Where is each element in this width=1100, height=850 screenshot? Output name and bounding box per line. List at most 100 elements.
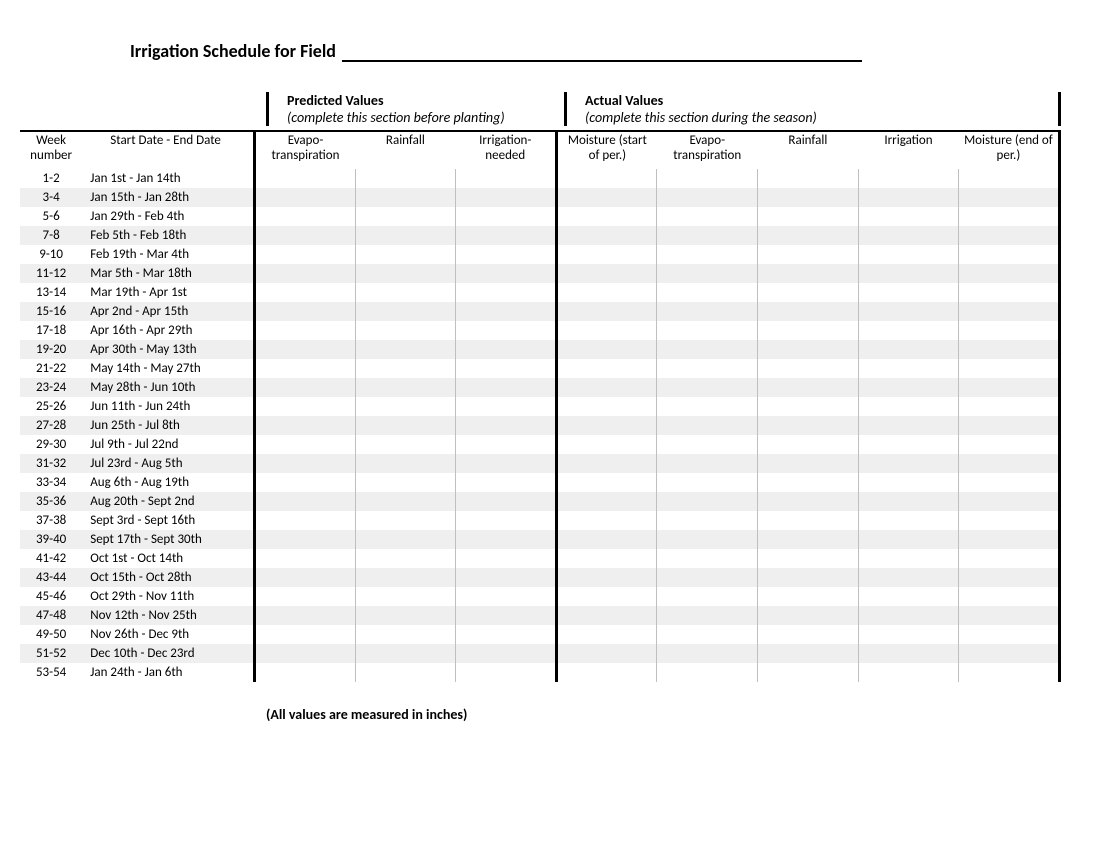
cell-pred-irr xyxy=(456,169,557,188)
cell-act-rain xyxy=(758,416,859,435)
cell-pred-irr xyxy=(456,397,557,416)
cell-act-evapo xyxy=(657,226,758,245)
cell-act-evapo xyxy=(657,549,758,568)
cell-act-irr xyxy=(858,454,959,473)
cell-date-range: Oct 15th - Oct 28th xyxy=(82,568,254,587)
cell-pred-evapo xyxy=(254,587,355,606)
cell-act-evapo xyxy=(657,321,758,340)
cell-act-moist-start xyxy=(556,625,657,644)
cell-act-moist-end xyxy=(959,340,1060,359)
cell-act-rain xyxy=(758,188,859,207)
table-row: 25-26Jun 11th - Jun 24th xyxy=(20,397,1060,416)
cell-act-moist-start xyxy=(556,321,657,340)
cell-pred-irr xyxy=(456,188,557,207)
cell-act-irr xyxy=(858,321,959,340)
cell-pred-rain xyxy=(355,473,456,492)
col-pred-evapo: Evapo-transpiration xyxy=(254,131,355,169)
cell-date-range: Jul 9th - Jul 22nd xyxy=(82,435,254,454)
cell-pred-evapo xyxy=(254,549,355,568)
cell-act-irr xyxy=(858,378,959,397)
cell-act-rain xyxy=(758,625,859,644)
cell-date-range: May 28th - Jun 10th xyxy=(82,378,254,397)
cell-date-range: May 14th - May 27th xyxy=(82,359,254,378)
cell-act-irr xyxy=(858,359,959,378)
cell-act-moist-start xyxy=(556,492,657,511)
table-row: 51-52Dec 10th - Dec 23rd xyxy=(20,644,1060,663)
cell-week: 41-42 xyxy=(20,549,82,568)
col-pred-evapo-label: Evapo-transpiration xyxy=(272,133,340,163)
cell-act-moist-end xyxy=(959,492,1060,511)
cell-week: 43-44 xyxy=(20,568,82,587)
cell-act-evapo xyxy=(657,454,758,473)
predicted-subtitle: (complete this section before planting) xyxy=(287,109,564,126)
cell-act-evapo xyxy=(657,606,758,625)
cell-pred-rain xyxy=(355,492,456,511)
table-row: 7-8Feb 5th - Feb 18th xyxy=(20,226,1060,245)
cell-act-moist-start xyxy=(556,663,657,682)
cell-act-evapo xyxy=(657,587,758,606)
cell-pred-irr xyxy=(456,568,557,587)
cell-act-irr xyxy=(858,587,959,606)
cell-pred-rain xyxy=(355,530,456,549)
cell-pred-evapo xyxy=(254,454,355,473)
cell-act-moist-start xyxy=(556,359,657,378)
cell-act-moist-end xyxy=(959,435,1060,454)
cell-pred-irr xyxy=(456,435,557,454)
cell-act-evapo xyxy=(657,663,758,682)
cell-act-irr xyxy=(858,188,959,207)
table-row: 31-32Jul 23rd - Aug 5th xyxy=(20,454,1060,473)
cell-act-moist-end xyxy=(959,454,1060,473)
col-pred-rain-label: Rainfall xyxy=(386,133,425,148)
cell-act-rain xyxy=(758,321,859,340)
cell-act-evapo xyxy=(657,568,758,587)
cell-act-moist-start xyxy=(556,378,657,397)
cell-pred-evapo xyxy=(254,359,355,378)
cell-act-irr xyxy=(858,264,959,283)
title-row: Irrigation Schedule for Field xyxy=(20,40,1080,62)
cell-date-range: Jan 1st - Jan 14th xyxy=(82,169,254,188)
cell-date-range: Apr 16th - Apr 29th xyxy=(82,321,254,340)
cell-pred-rain xyxy=(355,207,456,226)
table-row: 17-18Apr 16th - Apr 29th xyxy=(20,321,1060,340)
cell-act-evapo xyxy=(657,302,758,321)
cell-pred-rain xyxy=(355,283,456,302)
cell-act-irr xyxy=(858,416,959,435)
cell-week: 7-8 xyxy=(20,226,82,245)
actual-subtitle: (complete this section during the season… xyxy=(585,109,1058,126)
cell-pred-rain xyxy=(355,321,456,340)
predicted-section-header: Predicted Values (complete this section … xyxy=(266,92,564,126)
cell-act-moist-end xyxy=(959,473,1060,492)
cell-pred-rain xyxy=(355,188,456,207)
cell-pred-rain xyxy=(355,568,456,587)
cell-act-irr xyxy=(858,606,959,625)
cell-pred-irr xyxy=(456,283,557,302)
cell-act-rain xyxy=(758,568,859,587)
cell-pred-evapo xyxy=(254,264,355,283)
cell-act-rain xyxy=(758,359,859,378)
cell-act-evapo xyxy=(657,188,758,207)
cell-act-moist-end xyxy=(959,378,1060,397)
cell-pred-rain xyxy=(355,226,456,245)
cell-week: 5-6 xyxy=(20,207,82,226)
cell-act-moist-start xyxy=(556,511,657,530)
cell-pred-evapo xyxy=(254,568,355,587)
cell-pred-rain xyxy=(355,397,456,416)
cell-act-evapo xyxy=(657,378,758,397)
cell-act-rain xyxy=(758,663,859,682)
cell-act-irr xyxy=(858,340,959,359)
table-row: 21-22May 14th - May 27th xyxy=(20,359,1060,378)
cell-pred-rain xyxy=(355,378,456,397)
cell-act-moist-start xyxy=(556,397,657,416)
section-headers: Predicted Values (complete this section … xyxy=(20,92,1080,126)
cell-act-rain xyxy=(758,226,859,245)
cell-act-evapo xyxy=(657,530,758,549)
cell-pred-irr xyxy=(456,264,557,283)
cell-act-rain xyxy=(758,302,859,321)
cell-pred-evapo xyxy=(254,188,355,207)
cell-pred-rain xyxy=(355,416,456,435)
cell-act-rain xyxy=(758,264,859,283)
cell-pred-irr xyxy=(456,511,557,530)
table-row: 27-28Jun 25th - Jul 8th xyxy=(20,416,1060,435)
cell-week: 47-48 xyxy=(20,606,82,625)
cell-act-evapo xyxy=(657,492,758,511)
